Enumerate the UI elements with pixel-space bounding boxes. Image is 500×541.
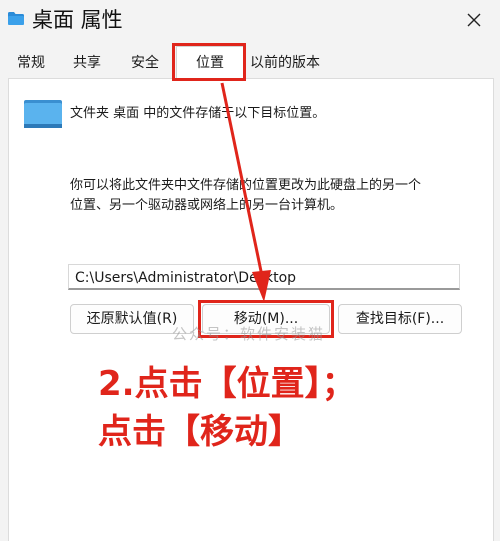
annotation-arrow	[220, 82, 271, 302]
annotation-step-line2: 点击【移动】	[98, 412, 302, 452]
annotation-step-line1: 2.点击【位置】；	[98, 364, 356, 404]
watermark: 公众号：软件安装猫	[172, 325, 326, 343]
